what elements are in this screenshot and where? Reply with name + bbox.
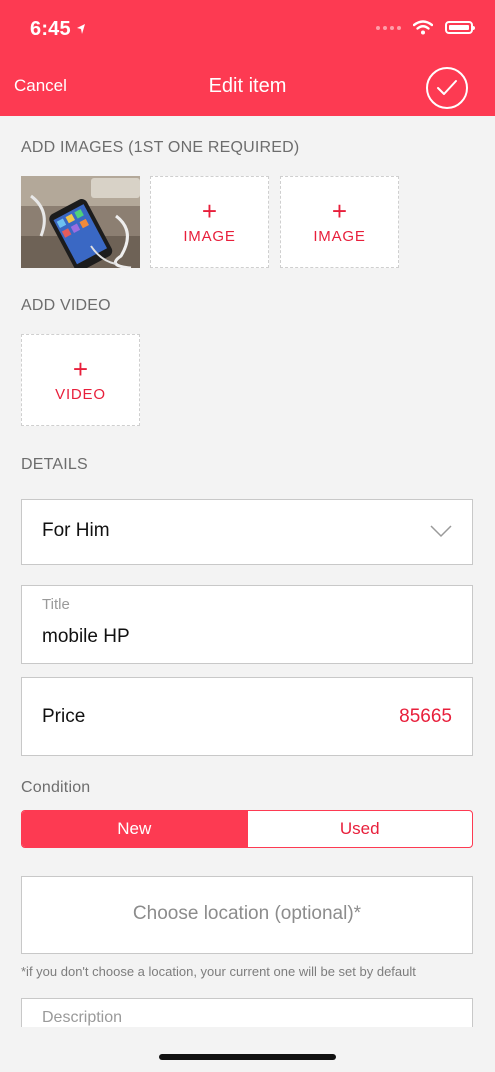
add-image-slot-3[interactable]: + IMAGE xyxy=(280,176,399,268)
status-icons xyxy=(376,20,475,35)
images-section-label: ADD IMAGES (1ST ONE REQUIRED) xyxy=(21,139,300,156)
phone-photo xyxy=(21,176,140,268)
condition-segmented-control: New Used xyxy=(21,810,473,848)
price-label: Price xyxy=(42,706,86,727)
header-bar: 6:45 Cancel Edit item xyxy=(0,0,495,116)
video-section-label: ADD VIDEO xyxy=(21,297,111,314)
done-button[interactable] xyxy=(426,67,468,109)
location-arrow-icon xyxy=(76,24,85,34)
status-time-text: 6:45 xyxy=(30,18,71,40)
add-image-slot-2[interactable]: + IMAGE xyxy=(150,176,269,268)
plus-icon: + xyxy=(72,353,89,384)
status-time: 6:45 xyxy=(30,18,86,41)
add-video-label: VIDEO xyxy=(55,385,106,403)
title-field[interactable]: Title mobile HP xyxy=(21,585,473,664)
condition-option-new[interactable]: New xyxy=(22,811,247,847)
add-image-label: IMAGE xyxy=(313,227,366,245)
condition-label: Condition xyxy=(21,779,91,796)
location-placeholder: Choose location (optional)* xyxy=(132,903,362,924)
signal-icon xyxy=(376,25,401,30)
plus-icon: + xyxy=(331,195,348,226)
location-hint: *if you don't choose a location, your cu… xyxy=(21,964,416,979)
price-field[interactable]: Price 85665 xyxy=(21,677,473,756)
title-value: mobile HP xyxy=(42,626,130,647)
image-thumbnail-1[interactable] xyxy=(21,176,140,268)
description-label: Description xyxy=(42,1009,123,1026)
category-value: For Him xyxy=(42,520,110,541)
home-indicator[interactable] xyxy=(159,1054,336,1060)
page-title: Edit item xyxy=(208,75,287,97)
add-image-label: IMAGE xyxy=(183,227,236,245)
price-value: 85665 xyxy=(399,706,452,727)
condition-option-used[interactable]: Used xyxy=(246,811,473,847)
location-field[interactable]: Choose location (optional)* xyxy=(21,876,473,954)
title-label: Title xyxy=(42,596,70,613)
battery-icon xyxy=(445,21,475,34)
add-video-slot[interactable]: + VIDEO xyxy=(21,334,140,426)
wifi-icon xyxy=(413,20,433,35)
home-indicator-area xyxy=(0,1027,495,1072)
checkmark-icon xyxy=(437,80,457,95)
plus-icon: + xyxy=(201,195,218,226)
category-dropdown[interactable]: For Him xyxy=(21,499,473,565)
chevron-down-icon xyxy=(430,525,452,538)
details-section-label: DETAILS xyxy=(21,456,88,473)
